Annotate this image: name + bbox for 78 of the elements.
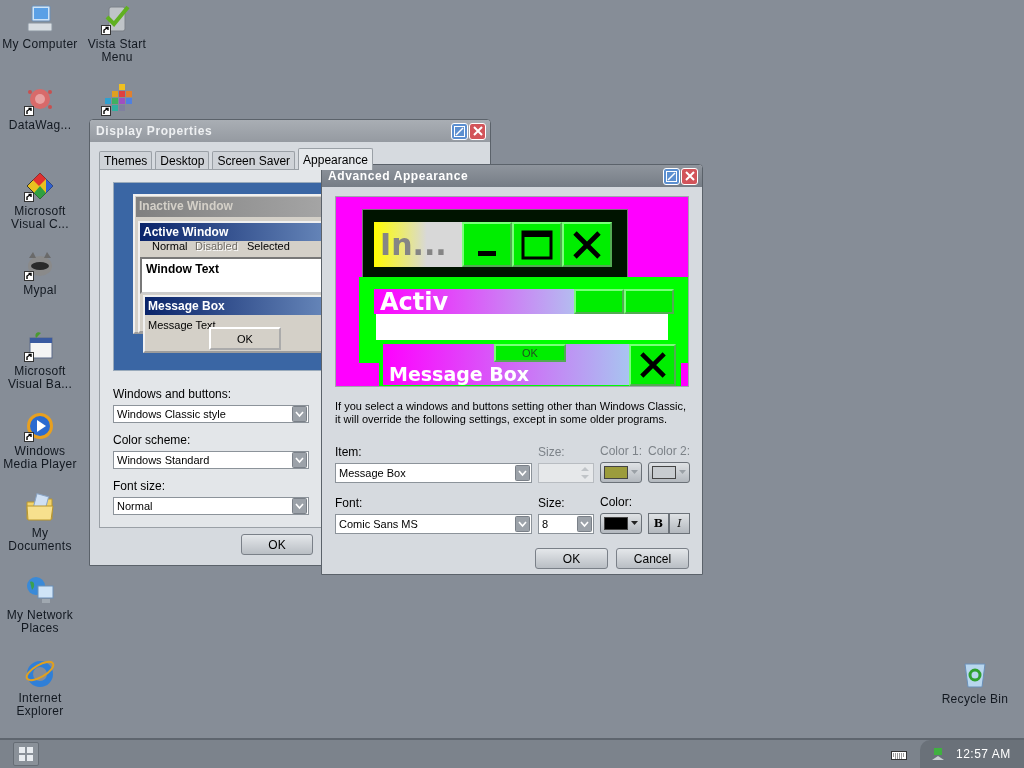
ok-button[interactable]: OK	[241, 534, 313, 555]
caret-icon	[577, 516, 592, 532]
minimize-icon	[478, 251, 496, 256]
caret-icon	[515, 465, 530, 481]
field-label: Color scheme:	[113, 433, 192, 447]
keyboard-icon[interactable]	[891, 748, 907, 760]
italic-button[interactable]: I	[669, 513, 690, 534]
ok-button[interactable]: OK	[209, 327, 281, 350]
dropdown-field[interactable]: 8	[538, 514, 594, 534]
field-label: Font size:	[113, 479, 167, 493]
message-title: Message Box	[383, 363, 629, 385]
dropdown-field[interactable]: Windows Classic style	[113, 405, 309, 423]
field-label: Font:	[335, 496, 364, 510]
dropdown-field[interactable]: Windows Standard	[113, 451, 309, 469]
icon-label[interactable]: My Network Places	[0, 609, 80, 635]
minimize-button[interactable]	[462, 222, 512, 267]
network-icon[interactable]	[930, 746, 946, 762]
field-label: Color:	[600, 495, 633, 509]
window-title: Advanced Appearance	[328, 169, 470, 183]
icon-label[interactable]: Mypal	[23, 284, 57, 297]
help-icon	[454, 125, 465, 137]
dropdown-field[interactable]: Message Box	[335, 463, 532, 483]
color-button[interactable]	[600, 462, 642, 483]
close-icon	[638, 351, 667, 379]
maximize-button[interactable]	[512, 222, 562, 267]
close-button[interactable]	[629, 344, 676, 386]
icon-label[interactable]: Recycle Bin	[941, 693, 1009, 706]
icon-label[interactable]: Internet Explorer	[0, 692, 80, 718]
icon-label[interactable]: DataWag...	[8, 119, 72, 132]
caret-icon	[679, 470, 686, 475]
icon-label[interactable]: My Documents	[0, 527, 80, 553]
icon-label[interactable]: My Computer	[2, 38, 78, 51]
ok-button[interactable]: OK	[535, 548, 608, 569]
tab[interactable]: Appearance	[298, 148, 373, 170]
field-label: Size:	[538, 445, 566, 459]
folder-icon[interactable]	[24, 492, 56, 524]
caret-icon	[292, 452, 307, 468]
help-button[interactable]	[451, 122, 468, 140]
ok-button[interactable]: OK	[494, 344, 566, 362]
icon-label[interactable]: Microsoft Visual Ba...	[0, 365, 80, 391]
color-button[interactable]	[600, 513, 642, 534]
tab[interactable]: Themes	[99, 151, 153, 169]
clock[interactable]: 12:57 AM	[956, 747, 1011, 761]
field-label: Size:	[538, 496, 566, 510]
caret-icon	[631, 470, 638, 475]
maximize-icon	[521, 229, 553, 260]
info-text: If you select a windows and buttons setting other than Windows Classic, it will override the following settings, except in some older programs.	[335, 400, 687, 426]
field-label: Windows and buttons:	[113, 387, 233, 401]
caret-icon	[292, 498, 307, 514]
window-title: Display Properties	[96, 124, 214, 138]
close-icon	[572, 229, 602, 260]
tab[interactable]: Desktop	[155, 151, 210, 169]
caret-icon	[292, 406, 307, 422]
caret-icon	[631, 521, 638, 526]
close-icon	[472, 126, 483, 136]
close-button[interactable]	[562, 222, 612, 267]
windows-icon	[19, 747, 33, 761]
close-icon	[684, 171, 695, 181]
bold-button[interactable]: B	[648, 513, 669, 534]
icon-label[interactable]: Vista Start Menu	[77, 38, 157, 64]
caret-icon	[515, 516, 530, 532]
field-label: Color 1:	[600, 444, 642, 458]
play-icon[interactable]	[24, 410, 56, 442]
help-icon	[666, 170, 677, 182]
field-label: Item:	[335, 445, 363, 459]
dropdown-field[interactable]: Comic Sans MS	[335, 514, 532, 534]
icon-label[interactable]: Microsoft Visual C...	[0, 205, 80, 231]
title-bar: Activ	[374, 289, 574, 314]
dropdown-field[interactable]: Normal	[113, 497, 309, 515]
start-button[interactable]	[13, 742, 39, 766]
tab[interactable]: Screen Saver	[212, 151, 296, 169]
help-button[interactable]	[663, 167, 680, 185]
menu-item: Disabled	[195, 240, 238, 252]
cancel-button[interactable]: Cancel	[616, 548, 689, 569]
field-label: Color 2:	[648, 444, 690, 458]
globe-icon[interactable]	[24, 574, 56, 606]
icon-label[interactable]: Windows Media Player	[0, 445, 80, 471]
color-button[interactable]	[648, 462, 690, 483]
